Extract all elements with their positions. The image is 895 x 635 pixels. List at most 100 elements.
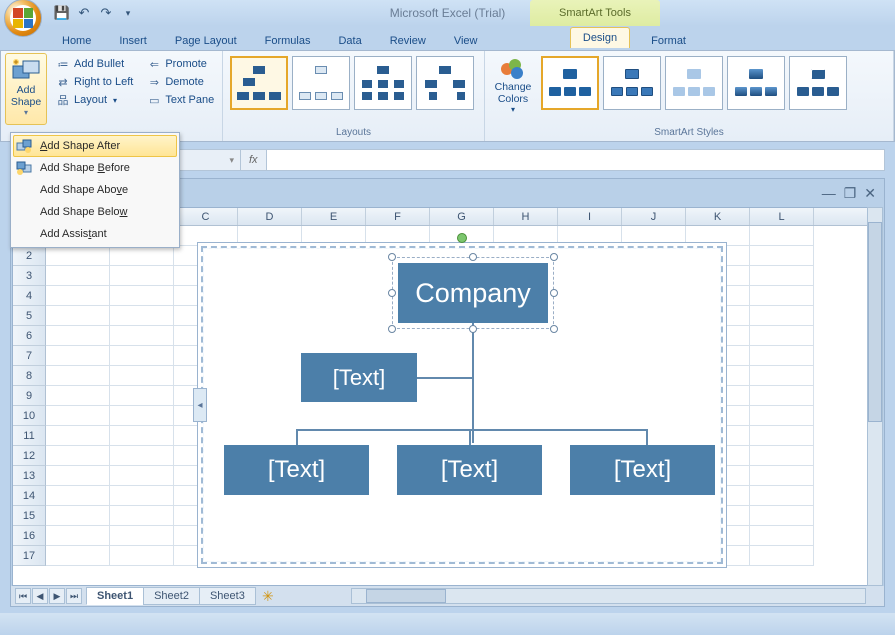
tab-formulas[interactable]: Formulas bbox=[251, 31, 325, 50]
row-header[interactable]: 5 bbox=[13, 306, 46, 326]
tab-home[interactable]: Home bbox=[48, 31, 105, 50]
undo-icon[interactable]: ↶ bbox=[76, 5, 92, 21]
menu-add-shape-below[interactable]: Add Shape Below bbox=[13, 201, 177, 223]
first-sheet-button[interactable]: ⏮ bbox=[15, 588, 31, 604]
cell[interactable] bbox=[110, 506, 174, 526]
cell[interactable] bbox=[110, 406, 174, 426]
cell[interactable] bbox=[750, 406, 814, 426]
col-header[interactable]: J bbox=[622, 208, 686, 225]
text-pane-button[interactable]: ▭Text Pane bbox=[144, 92, 217, 108]
resize-handle[interactable] bbox=[469, 253, 477, 261]
resize-handle[interactable] bbox=[388, 289, 396, 297]
cell[interactable] bbox=[110, 346, 174, 366]
add-bullet-button[interactable]: ≔Add Bullet bbox=[53, 56, 136, 72]
smartart-object[interactable]: ◂ Company [Text] [Text] [Text] [Text] bbox=[197, 242, 727, 568]
formula-input[interactable] bbox=[266, 150, 884, 170]
cell[interactable] bbox=[46, 286, 110, 306]
cell[interactable] bbox=[46, 366, 110, 386]
col-header[interactable]: D bbox=[238, 208, 302, 225]
sheet-tab[interactable]: Sheet2 bbox=[143, 587, 200, 605]
cell[interactable] bbox=[46, 306, 110, 326]
row-header[interactable]: 14 bbox=[13, 486, 46, 506]
col-header[interactable]: F bbox=[366, 208, 430, 225]
right-to-left-button[interactable]: ⇄Right to Left bbox=[53, 74, 136, 90]
resize-handle[interactable] bbox=[550, 253, 558, 261]
sheet-tab[interactable]: Sheet3 bbox=[199, 587, 256, 605]
cell[interactable] bbox=[110, 306, 174, 326]
cell[interactable] bbox=[110, 286, 174, 306]
resize-handle[interactable] bbox=[550, 289, 558, 297]
org-node-child[interactable]: [Text] bbox=[570, 445, 715, 495]
cell[interactable] bbox=[110, 366, 174, 386]
cell[interactable] bbox=[46, 486, 110, 506]
row-header[interactable]: 8 bbox=[13, 366, 46, 386]
menu-add-assistant[interactable]: Add Assistant bbox=[13, 223, 177, 245]
tab-design[interactable]: Design bbox=[570, 27, 630, 48]
cell[interactable] bbox=[110, 326, 174, 346]
redo-icon[interactable]: ↷ bbox=[98, 5, 114, 21]
cell[interactable] bbox=[110, 446, 174, 466]
row-header[interactable]: 10 bbox=[13, 406, 46, 426]
col-header[interactable]: G bbox=[430, 208, 494, 225]
layout-thumb-1[interactable] bbox=[230, 56, 288, 110]
cell[interactable] bbox=[750, 246, 814, 266]
cell[interactable] bbox=[110, 546, 174, 566]
resize-handle[interactable] bbox=[388, 253, 396, 261]
cell[interactable] bbox=[110, 466, 174, 486]
row-header[interactable]: 4 bbox=[13, 286, 46, 306]
cell[interactable] bbox=[110, 266, 174, 286]
cell[interactable] bbox=[46, 326, 110, 346]
cell[interactable] bbox=[750, 346, 814, 366]
col-header[interactable]: I bbox=[558, 208, 622, 225]
promote-button[interactable]: ⇐Promote bbox=[144, 56, 217, 72]
org-node-child[interactable]: [Text] bbox=[224, 445, 369, 495]
cell[interactable] bbox=[750, 366, 814, 386]
last-sheet-button[interactable]: ⏭ bbox=[66, 588, 82, 604]
cell[interactable] bbox=[110, 526, 174, 546]
row-header[interactable]: 7 bbox=[13, 346, 46, 366]
cell[interactable] bbox=[46, 446, 110, 466]
cell[interactable] bbox=[750, 286, 814, 306]
vertical-scrollbar[interactable] bbox=[867, 207, 883, 586]
resize-handle[interactable] bbox=[550, 325, 558, 333]
cell[interactable] bbox=[750, 486, 814, 506]
col-header[interactable]: C bbox=[174, 208, 238, 225]
row-header[interactable]: 9 bbox=[13, 386, 46, 406]
style-thumb-5[interactable] bbox=[789, 56, 847, 110]
tab-view[interactable]: View bbox=[440, 31, 492, 50]
tab-format[interactable]: Format bbox=[637, 31, 700, 50]
cell[interactable] bbox=[46, 546, 110, 566]
tab-page-layout[interactable]: Page Layout bbox=[161, 31, 251, 50]
tab-review[interactable]: Review bbox=[376, 31, 440, 50]
col-header[interactable]: H bbox=[494, 208, 558, 225]
qat-dropdown-icon[interactable]: ▾ bbox=[120, 5, 136, 21]
cell[interactable] bbox=[46, 346, 110, 366]
cell[interactable] bbox=[750, 426, 814, 446]
resize-handle[interactable] bbox=[388, 325, 396, 333]
cell[interactable] bbox=[750, 266, 814, 286]
menu-add-shape-after[interactable]: Add Shape After bbox=[13, 135, 177, 157]
prev-sheet-button[interactable]: ◀ bbox=[32, 588, 48, 604]
cell[interactable] bbox=[46, 466, 110, 486]
row-header[interactable]: 17 bbox=[13, 546, 46, 566]
office-button[interactable] bbox=[4, 0, 42, 37]
close-icon[interactable]: ✕ bbox=[864, 185, 876, 202]
style-thumb-3[interactable] bbox=[665, 56, 723, 110]
cell[interactable] bbox=[110, 386, 174, 406]
layout-thumb-2[interactable] bbox=[292, 56, 350, 110]
next-sheet-button[interactable]: ▶ bbox=[49, 588, 65, 604]
style-thumb-1[interactable] bbox=[541, 56, 599, 110]
menu-add-shape-above[interactable]: Add Shape Above bbox=[13, 179, 177, 201]
cell[interactable] bbox=[750, 306, 814, 326]
sheet-tab[interactable]: Sheet1 bbox=[86, 587, 144, 605]
save-icon[interactable]: 💾 bbox=[54, 5, 70, 21]
cell[interactable] bbox=[750, 526, 814, 546]
tab-data[interactable]: Data bbox=[324, 31, 375, 50]
cell[interactable] bbox=[46, 506, 110, 526]
col-header[interactable]: K bbox=[686, 208, 750, 225]
cell[interactable] bbox=[46, 266, 110, 286]
col-header[interactable]: L bbox=[750, 208, 814, 225]
cell[interactable] bbox=[750, 226, 814, 246]
org-node-assistant[interactable]: [Text] bbox=[301, 353, 417, 402]
layout-thumb-3[interactable] bbox=[354, 56, 412, 110]
